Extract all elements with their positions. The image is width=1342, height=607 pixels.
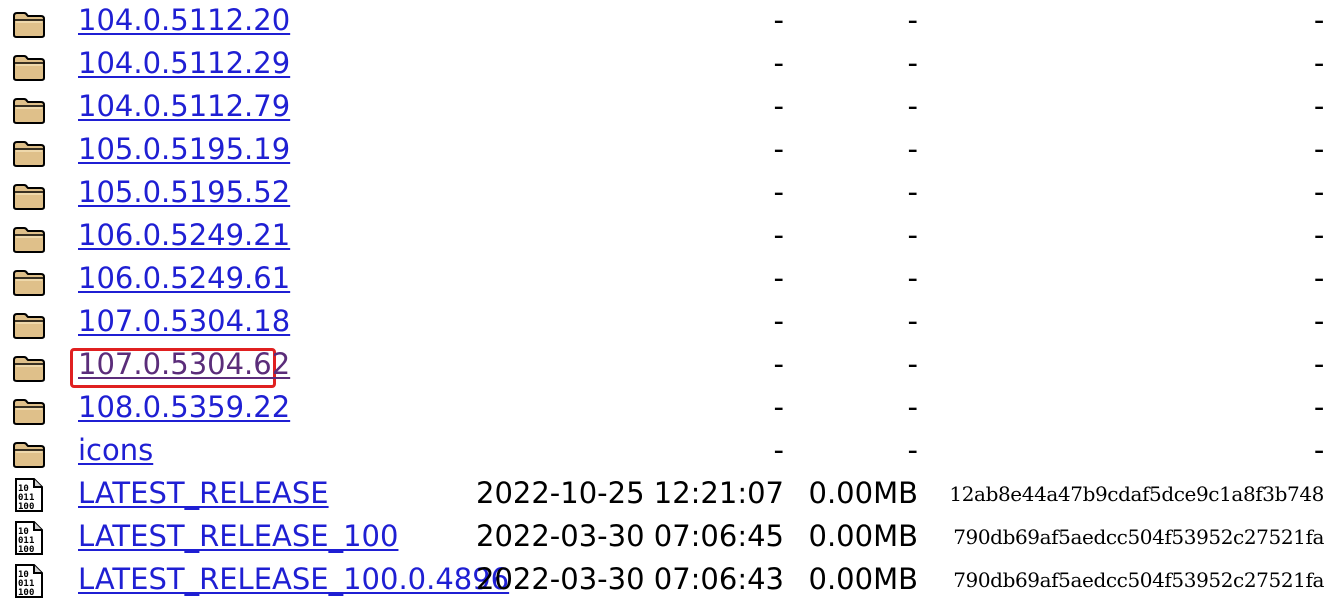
list-item: 108.0.5359.22 - - -: [0, 387, 1342, 430]
folder-link[interactable]: 105.0.5195.52: [78, 174, 290, 210]
entry-date: -: [773, 175, 784, 209]
svg-text:10: 10: [18, 502, 29, 512]
folder-icon: [12, 440, 46, 468]
entry-date: 2022-10-25 12:21:07: [476, 476, 784, 510]
entry-size: -: [907, 390, 918, 424]
entry-hash: -: [1313, 390, 1324, 424]
file-link[interactable]: LATEST_RELEASE: [78, 475, 329, 511]
entry-date: -: [773, 218, 784, 252]
binary-file-icon: 10 01 10 1 0: [12, 564, 46, 598]
svg-text:0: 0: [29, 545, 34, 555]
file-link[interactable]: LATEST_RELEASE_100.0.4896: [78, 561, 509, 597]
folder-link[interactable]: 104.0.5112.20: [78, 2, 290, 38]
entry-hash: -: [1313, 89, 1324, 123]
list-item: 105.0.5195.19 - - -: [0, 129, 1342, 172]
list-item: 107.0.5304.18 - - -: [0, 301, 1342, 344]
list-item: 106.0.5249.61 - - -: [0, 258, 1342, 301]
list-item: icons - - -: [0, 430, 1342, 473]
entry-hash: 12ab8e44a47b9cdaf5dce9c1a8f3b748: [949, 482, 1324, 506]
folder-icon: [12, 225, 46, 253]
entry-hash: -: [1313, 347, 1324, 381]
list-item: 10 01 10 1 0 LATEST_RELEASE_100.0.4896 2022-…: [0, 559, 1342, 602]
entry-date: 2022-03-30 07:06:45: [476, 519, 784, 553]
folder-link[interactable]: 104.0.5112.29: [78, 45, 290, 81]
folder-link[interactable]: 104.0.5112.79: [78, 88, 290, 124]
folder-link[interactable]: 107.0.5304.18: [78, 303, 290, 339]
entry-size: -: [907, 175, 918, 209]
folder-icon: [12, 182, 46, 210]
list-item: 104.0.5112.29 - - -: [0, 43, 1342, 86]
folder-link[interactable]: 106.0.5249.21: [78, 217, 290, 253]
entry-date: -: [773, 347, 784, 381]
folder-icon: [12, 139, 46, 167]
folder-icon: [12, 53, 46, 81]
list-item: 104.0.5112.20 - - -: [0, 0, 1342, 43]
entry-hash: -: [1313, 3, 1324, 37]
entry-size: -: [907, 261, 918, 295]
entry-hash: -: [1313, 175, 1324, 209]
entry-size: 0.00MB: [808, 562, 919, 596]
folder-link[interactable]: icons: [78, 432, 153, 468]
entry-hash: -: [1313, 433, 1324, 467]
entry-hash: -: [1313, 46, 1324, 80]
entry-date: -: [773, 304, 784, 338]
entry-hash: -: [1313, 304, 1324, 338]
binary-file-icon: 10 01 10 1 0: [12, 478, 46, 512]
list-item: 105.0.5195.52 - - -: [0, 172, 1342, 215]
entry-hash: -: [1313, 132, 1324, 166]
folder-link[interactable]: 106.0.5249.61: [78, 260, 290, 296]
folder-link[interactable]: 107.0.5304.62: [78, 346, 290, 382]
entry-size: 0.00MB: [808, 519, 919, 553]
file-link[interactable]: LATEST_RELEASE_100: [78, 518, 398, 554]
entry-date: -: [773, 132, 784, 166]
binary-file-icon: 10 01 10 1 0: [12, 521, 46, 555]
entry-date: -: [773, 261, 784, 295]
folder-icon: [12, 268, 46, 296]
folder-icon: [12, 96, 46, 124]
folder-link[interactable]: 105.0.5195.19: [78, 131, 290, 167]
entry-date: -: [773, 89, 784, 123]
list-item: 106.0.5249.21 - - -: [0, 215, 1342, 258]
entry-size: -: [907, 3, 918, 37]
entry-size: -: [907, 132, 918, 166]
svg-text:10: 10: [18, 545, 29, 555]
svg-text:0: 0: [29, 502, 34, 512]
entry-size: -: [907, 89, 918, 123]
folder-icon: [12, 354, 46, 382]
entry-date: -: [773, 433, 784, 467]
entry-hash: 790db69af5aedcc504f53952c27521fa: [953, 568, 1324, 592]
list-item: 10 01 10 1 0 LATEST_RELEASE_100 2022-03-30 0…: [0, 516, 1342, 559]
entry-date: 2022-03-30 07:06:43: [476, 562, 784, 596]
entry-size: -: [907, 347, 918, 381]
entry-size: -: [907, 304, 918, 338]
entry-size: -: [907, 433, 918, 467]
entry-size: 0.00MB: [808, 476, 919, 510]
folder-icon: [12, 397, 46, 425]
file-listing: 104.0.5112.20 - - - 104.0.5112.29 - - - …: [0, 0, 1342, 607]
svg-text:10: 10: [18, 588, 29, 598]
list-item: 10 01 10 1 0 LATEST_RELEASE 2022-10-25 12:21…: [0, 473, 1342, 516]
folder-icon: [12, 10, 46, 38]
entry-hash: -: [1313, 218, 1324, 252]
entry-size: -: [907, 46, 918, 80]
svg-text:0: 0: [29, 588, 34, 598]
entry-hash: -: [1313, 261, 1324, 295]
folder-icon: [12, 311, 46, 339]
entry-hash: 790db69af5aedcc504f53952c27521fa: [953, 525, 1324, 549]
entry-date: -: [773, 46, 784, 80]
entry-date: -: [773, 3, 784, 37]
list-item: 104.0.5112.79 - - -: [0, 86, 1342, 129]
entry-date: -: [773, 390, 784, 424]
list-item: 107.0.5304.62 - - -: [0, 344, 1342, 387]
folder-link[interactable]: 108.0.5359.22: [78, 389, 290, 425]
entry-size: -: [907, 218, 918, 252]
